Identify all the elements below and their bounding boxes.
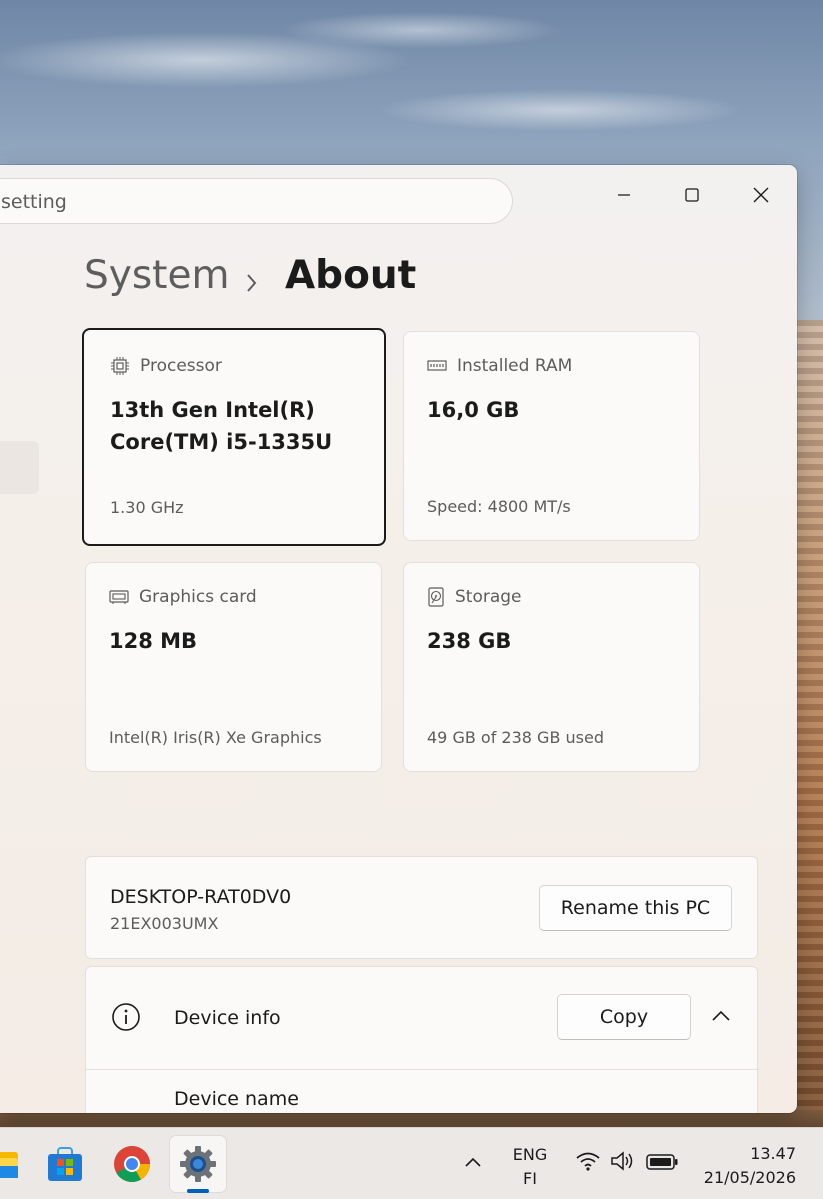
taskbar-chrome[interactable] [104,1136,160,1192]
volume-status[interactable] [610,1150,636,1176]
show-hidden-icons-button[interactable] [463,1154,483,1174]
settings-icon [180,1146,216,1182]
maximize-icon [685,188,699,202]
wifi-status[interactable] [575,1150,601,1176]
info-icon [111,1002,141,1036]
divider [86,1069,759,1070]
active-app-indicator [187,1189,209,1193]
clock[interactable]: 13.47 21/05/2026 [686,1142,796,1190]
close-icon [753,187,769,203]
page-title: About [285,253,417,298]
wifi-icon [576,1152,600,1171]
card-value: 16,0 GB [427,398,520,422]
copy-button[interactable]: Copy [557,994,691,1040]
settings-window: setting System About Processor 13th Gen … [0,165,797,1113]
chevron-right-icon [247,274,257,292]
collapse-toggle[interactable] [710,1005,732,1031]
taskbar: ENG FI 13.47 21/05/2026 [0,1127,823,1199]
ram-card[interactable]: Installed RAM 16,0 GB Speed: 4800 MT/s [403,331,700,541]
storage-icon [428,587,444,607]
device-info-title: Device info [174,1007,281,1029]
chrome-icon [114,1146,150,1183]
card-subtext: Intel(R) Iris(R) Xe Graphics [109,728,322,747]
minimize-button[interactable] [594,175,654,215]
taskbar-file-explorer[interactable] [0,1136,28,1192]
card-value: 13th Gen Intel(R) Core(TM) i5-1335U [110,398,333,454]
search-box[interactable]: setting [0,178,513,224]
clock-date: 21/05/2026 [703,1168,796,1187]
pc-name-panel: DESKTOP-RAT0DV0 21EX003UMX Rename this P… [85,856,758,959]
wallpaper-buildings [795,320,823,1120]
pc-model: 21EX003UMX [110,914,219,933]
keyboard-layout: FI [523,1169,537,1188]
card-label: Storage [455,587,522,607]
card-label: Processor [140,356,222,376]
clock-time: 13.47 [750,1144,796,1163]
microsoft-store-icon [48,1147,82,1181]
card-label: Installed RAM [457,356,573,376]
battery-icon [646,1154,678,1170]
card-subtext: 1.30 GHz [110,498,184,517]
card-value: 238 GB [427,629,512,653]
processor-icon [111,357,129,375]
storage-card[interactable]: Storage 238 GB 49 GB of 238 GB used [403,562,700,772]
taskbar-microsoft-store[interactable] [37,1136,93,1192]
card-subtext: Speed: 4800 MT/s [427,497,571,516]
file-explorer-icon [0,1152,18,1178]
processor-card[interactable]: Processor 13th Gen Intel(R) Core(TM) i5-… [82,328,386,546]
chevron-up-icon [712,1010,730,1021]
battery-status[interactable] [646,1154,678,1174]
rename-pc-button[interactable]: Rename this PC [539,885,732,931]
device-name-label: Device name [174,1088,299,1110]
chevron-up-icon [465,1157,481,1167]
graphics-card-icon [109,590,129,604]
pc-name: DESKTOP-RAT0DV0 [110,886,292,908]
card-value: 128 MB [109,629,198,653]
volume-icon [611,1151,633,1171]
search-input-text[interactable]: setting [1,191,67,213]
breadcrumb-parent[interactable]: System [84,253,229,298]
minimize-icon [618,194,630,196]
language-code: ENG [512,1145,548,1164]
close-button[interactable] [731,175,791,215]
card-label: Graphics card [139,587,257,607]
maximize-button[interactable] [662,175,722,215]
device-info-panel: Device info Copy Device name [85,966,759,1113]
sidebar-item-selected[interactable] [0,441,39,494]
input-language-indicator[interactable]: ENG FI [507,1143,553,1191]
card-subtext: 49 GB of 238 GB used [427,728,604,747]
taskbar-settings[interactable] [170,1136,226,1192]
breadcrumb-separator [243,261,261,306]
graphics-card[interactable]: Graphics card 128 MB Intel(R) Iris(R) Xe… [85,562,382,772]
ram-icon [427,360,447,371]
